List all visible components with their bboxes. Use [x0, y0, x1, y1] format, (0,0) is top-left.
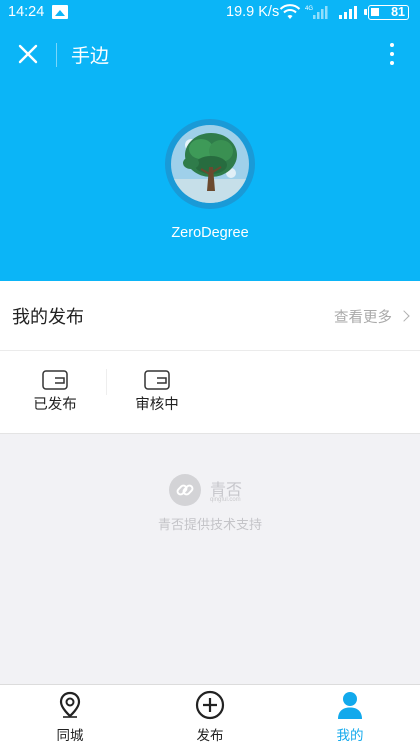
tile-reviewing[interactable]: 审核中: [107, 351, 207, 434]
avatar[interactable]: [165, 119, 255, 209]
username: ZeroDegree: [171, 225, 249, 241]
more-menu-icon[interactable]: [382, 40, 402, 68]
wallet-icon: [144, 370, 170, 390]
tab-label: 发布: [196, 728, 224, 744]
tab-mine[interactable]: 我的: [280, 685, 420, 747]
my-posts-header: 我的发布 查看更多: [0, 281, 420, 351]
my-posts-title: 我的发布: [12, 307, 84, 328]
close-icon[interactable]: [14, 40, 42, 68]
powered-by-text: 青否提供技术支持: [157, 518, 262, 533]
status-time: 14:24: [8, 4, 45, 20]
signal-4g-icon: 4G: [305, 6, 328, 19]
image-notification-icon: [52, 5, 68, 19]
network-speed: 19.9 K/s: [226, 4, 280, 20]
user-icon: [338, 692, 362, 719]
brand-url: qingful.com: [210, 497, 241, 503]
bottom-tab-bar: 同城 发布 我的: [0, 684, 420, 747]
status-bar: 14:24 19.9 K/s 4G 81: [0, 0, 420, 26]
tile-label: 已发布: [33, 397, 77, 413]
nav-bar: 手边: [0, 26, 420, 82]
battery-level: 81: [391, 5, 405, 19]
tile-label: 审核中: [135, 397, 179, 413]
plus-circle-icon: [195, 690, 225, 720]
chevron-right-icon: [398, 310, 410, 322]
nav-divider: [56, 43, 57, 67]
wallet-icon: [42, 370, 68, 390]
tab-nearby[interactable]: 同城: [0, 685, 140, 747]
my-posts-tiles: 已发布 审核中: [0, 351, 420, 434]
wifi-icon: [279, 4, 301, 19]
tab-label: 我的: [336, 728, 364, 744]
link-logo-icon: [169, 474, 201, 506]
svg-text:4G: 4G: [305, 6, 313, 12]
tree-avatar-image: [171, 125, 249, 203]
powered-by: 青否 qingful.com 青否提供技术支持: [0, 474, 420, 534]
view-more-label: 查看更多: [334, 310, 392, 326]
tile-published[interactable]: 已发布: [5, 351, 105, 434]
page-title: 手边: [71, 45, 110, 67]
battery-icon: 81: [364, 5, 409, 20]
tab-publish[interactable]: 发布: [140, 685, 280, 747]
tab-label: 同城: [56, 728, 84, 744]
view-more-link[interactable]: 查看更多: [334, 306, 410, 327]
signal-icon: [339, 6, 357, 19]
location-pin-icon: [59, 691, 81, 718]
